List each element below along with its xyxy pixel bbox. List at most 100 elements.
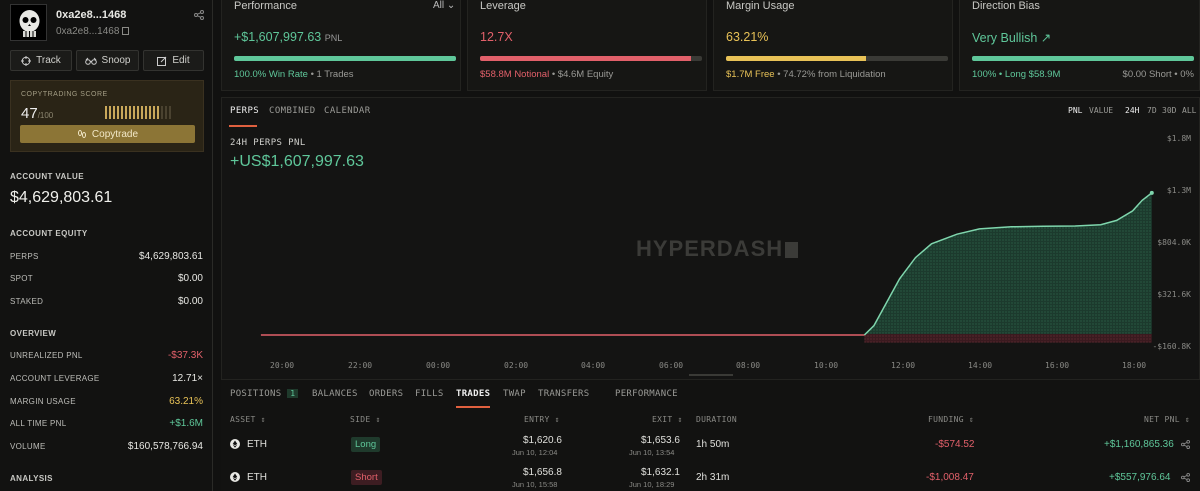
col-net-pnl-label: NET PNL	[1144, 415, 1180, 424]
volume-value: $160,578,766.94	[127, 441, 203, 452]
tab-positions[interactable]: POSITIONS 1	[230, 389, 299, 399]
col-asset[interactable]: ASSET ⇕	[230, 415, 266, 424]
net-pnl-cell: +$557,976.64	[1109, 472, 1171, 483]
tab-performance[interactable]: PERFORMANCE	[615, 389, 678, 399]
range-all[interactable]: ALL	[1182, 106, 1196, 115]
x-tick-label: 04:00	[581, 361, 606, 370]
sort-icon: ⇕	[375, 415, 381, 424]
toggle-pnl[interactable]: PNL	[1068, 106, 1082, 115]
eth-icon	[230, 439, 240, 449]
notional: $58.8M Notional	[480, 69, 550, 80]
share-icon[interactable]	[194, 10, 204, 23]
score-meter-segment	[161, 106, 163, 119]
tab-transfers[interactable]: TRANSFERS	[538, 389, 589, 399]
equity-spot-value: $0.00	[177, 273, 203, 284]
score-meter-segment	[105, 106, 107, 119]
range-24h[interactable]: 24H	[1125, 106, 1139, 115]
target-icon	[21, 55, 32, 66]
score-meter	[105, 106, 171, 119]
wallet-address-text: 0xa2e8...1468	[56, 26, 120, 37]
toggle-value[interactable]: VALUE	[1089, 106, 1113, 115]
margin-usage-key: MARGIN USAGE	[10, 397, 76, 406]
col-funding-label: FUNDING	[928, 415, 964, 424]
trades-panel: POSITIONS 1 BALANCES ORDERS FILLS TRADES…	[221, 380, 1200, 491]
asset-cell: ETH	[247, 472, 267, 483]
copytrading-score-card: COPYTRADING SCORE 47/100 Copytrade	[10, 80, 204, 152]
x-tick-label: 06:00	[659, 361, 684, 370]
share-icon[interactable]	[1181, 440, 1190, 449]
tab-fills[interactable]: FILLS	[415, 389, 444, 399]
col-exit[interactable]: EXIT ⇕	[652, 415, 683, 424]
x-tick-label: 00:00	[426, 361, 451, 370]
tab-combined[interactable]: COMBINED	[269, 106, 316, 116]
wallet-title: 0xa2e8...1468	[56, 9, 127, 21]
range-30d[interactable]: 30D	[1162, 106, 1176, 115]
pnl-last-point	[1149, 190, 1154, 195]
tab-perps[interactable]: PERPS	[230, 106, 259, 116]
account-leverage-key: ACCOUNT LEVERAGE	[10, 374, 100, 383]
score-meter-segment	[137, 106, 139, 119]
performance-filter[interactable]: All ⌄	[433, 0, 455, 11]
score-meter-segment	[169, 106, 171, 119]
all-time-pnl-value: +$1.6M	[169, 418, 203, 429]
score-meter-segment	[149, 106, 151, 119]
performance-sub: 100.0% Win Rate • 1 Trades	[234, 69, 354, 80]
edit-button[interactable]: Edit	[143, 50, 204, 71]
share-icon[interactable]	[1181, 473, 1190, 482]
pnl-area-negative	[864, 333, 1152, 343]
range-7d[interactable]: 7D	[1147, 106, 1157, 115]
x-tick-label: 08:00	[736, 361, 761, 370]
positions-count-badge: 1	[287, 389, 299, 398]
footprints-icon	[77, 130, 86, 138]
performance-title: Performance	[234, 0, 297, 12]
margin-title: Margin Usage	[726, 0, 795, 12]
tab-trades[interactable]: TRADES	[456, 389, 490, 399]
col-entry[interactable]: ENTRY ⇕	[524, 415, 560, 424]
score-meter-segment	[125, 106, 127, 119]
chart-title: 24H PERPS PNL	[230, 138, 306, 148]
entry-price: $1,656.8	[523, 467, 562, 478]
sort-icon: ⇕	[1184, 415, 1191, 424]
direction-sub: 100% • Long $58.9M $0.00 Short • 0%	[972, 69, 1194, 80]
y-tick-label: $1.3M	[1166, 186, 1191, 195]
entry-time: Jun 10, 15:58	[512, 480, 558, 489]
x-tick-label: 10:00	[814, 361, 839, 370]
col-net-pnl[interactable]: NET PNL ⇕	[1144, 415, 1190, 424]
tab-balances[interactable]: BALANCES	[312, 389, 358, 399]
equity-row-perps: PERPS $4,629,803.61	[10, 251, 203, 262]
copy-icon[interactable]	[122, 27, 130, 35]
pnl-chart-panel: PERPS COMBINED CALENDAR PNL VALUE 24H 7D…	[221, 97, 1200, 380]
win-rate: 100.0% Win Rate	[234, 69, 308, 80]
tab-twap[interactable]: TWAP	[503, 389, 526, 399]
leverage-bar	[480, 56, 702, 61]
eth-icon	[230, 472, 240, 482]
tab-calendar[interactable]: CALENDAR	[324, 106, 371, 116]
score-meter-segment	[121, 106, 123, 119]
margin-usage-value: 63.21%	[169, 396, 203, 407]
tab-orders[interactable]: ORDERS	[369, 389, 403, 399]
chevron-down-icon: ⌄	[446, 0, 456, 11]
performance-value: +$1,607,997.63 PNL	[234, 30, 342, 44]
trades-tab-underline	[456, 406, 490, 408]
track-button[interactable]: Track	[10, 50, 72, 71]
performance-pnl: +$1,607,997.63	[234, 30, 322, 44]
snoop-button[interactable]: Snoop	[76, 50, 139, 71]
score-meter-segment	[165, 106, 167, 119]
chart-scroll-handle[interactable]	[689, 374, 733, 376]
y-tick-label: $1.8M	[1166, 134, 1191, 143]
col-side[interactable]: SIDE ⇕	[350, 415, 381, 424]
x-tick-label: 18:00	[1122, 361, 1147, 370]
overview-row-margin: MARGIN USAGE 63.21%	[10, 396, 203, 407]
account-value: $4,629,803.61	[10, 189, 113, 206]
sort-icon: ⇕	[968, 415, 975, 424]
col-entry-label: ENTRY	[524, 415, 550, 424]
score-meter-segment	[117, 106, 119, 119]
hyperdash-watermark: HYPERDASH	[636, 236, 799, 262]
entry-time: Jun 10, 12:04	[512, 448, 558, 457]
score-meter-segment	[129, 106, 131, 119]
equity-perps-value: $4,629,803.61	[139, 251, 203, 262]
copytrade-button[interactable]: Copytrade	[20, 125, 195, 143]
y-tick-label: $321.6K	[1157, 290, 1191, 299]
account-leverage-value: 12.71×	[172, 373, 203, 384]
col-funding[interactable]: FUNDING ⇕	[928, 415, 974, 424]
